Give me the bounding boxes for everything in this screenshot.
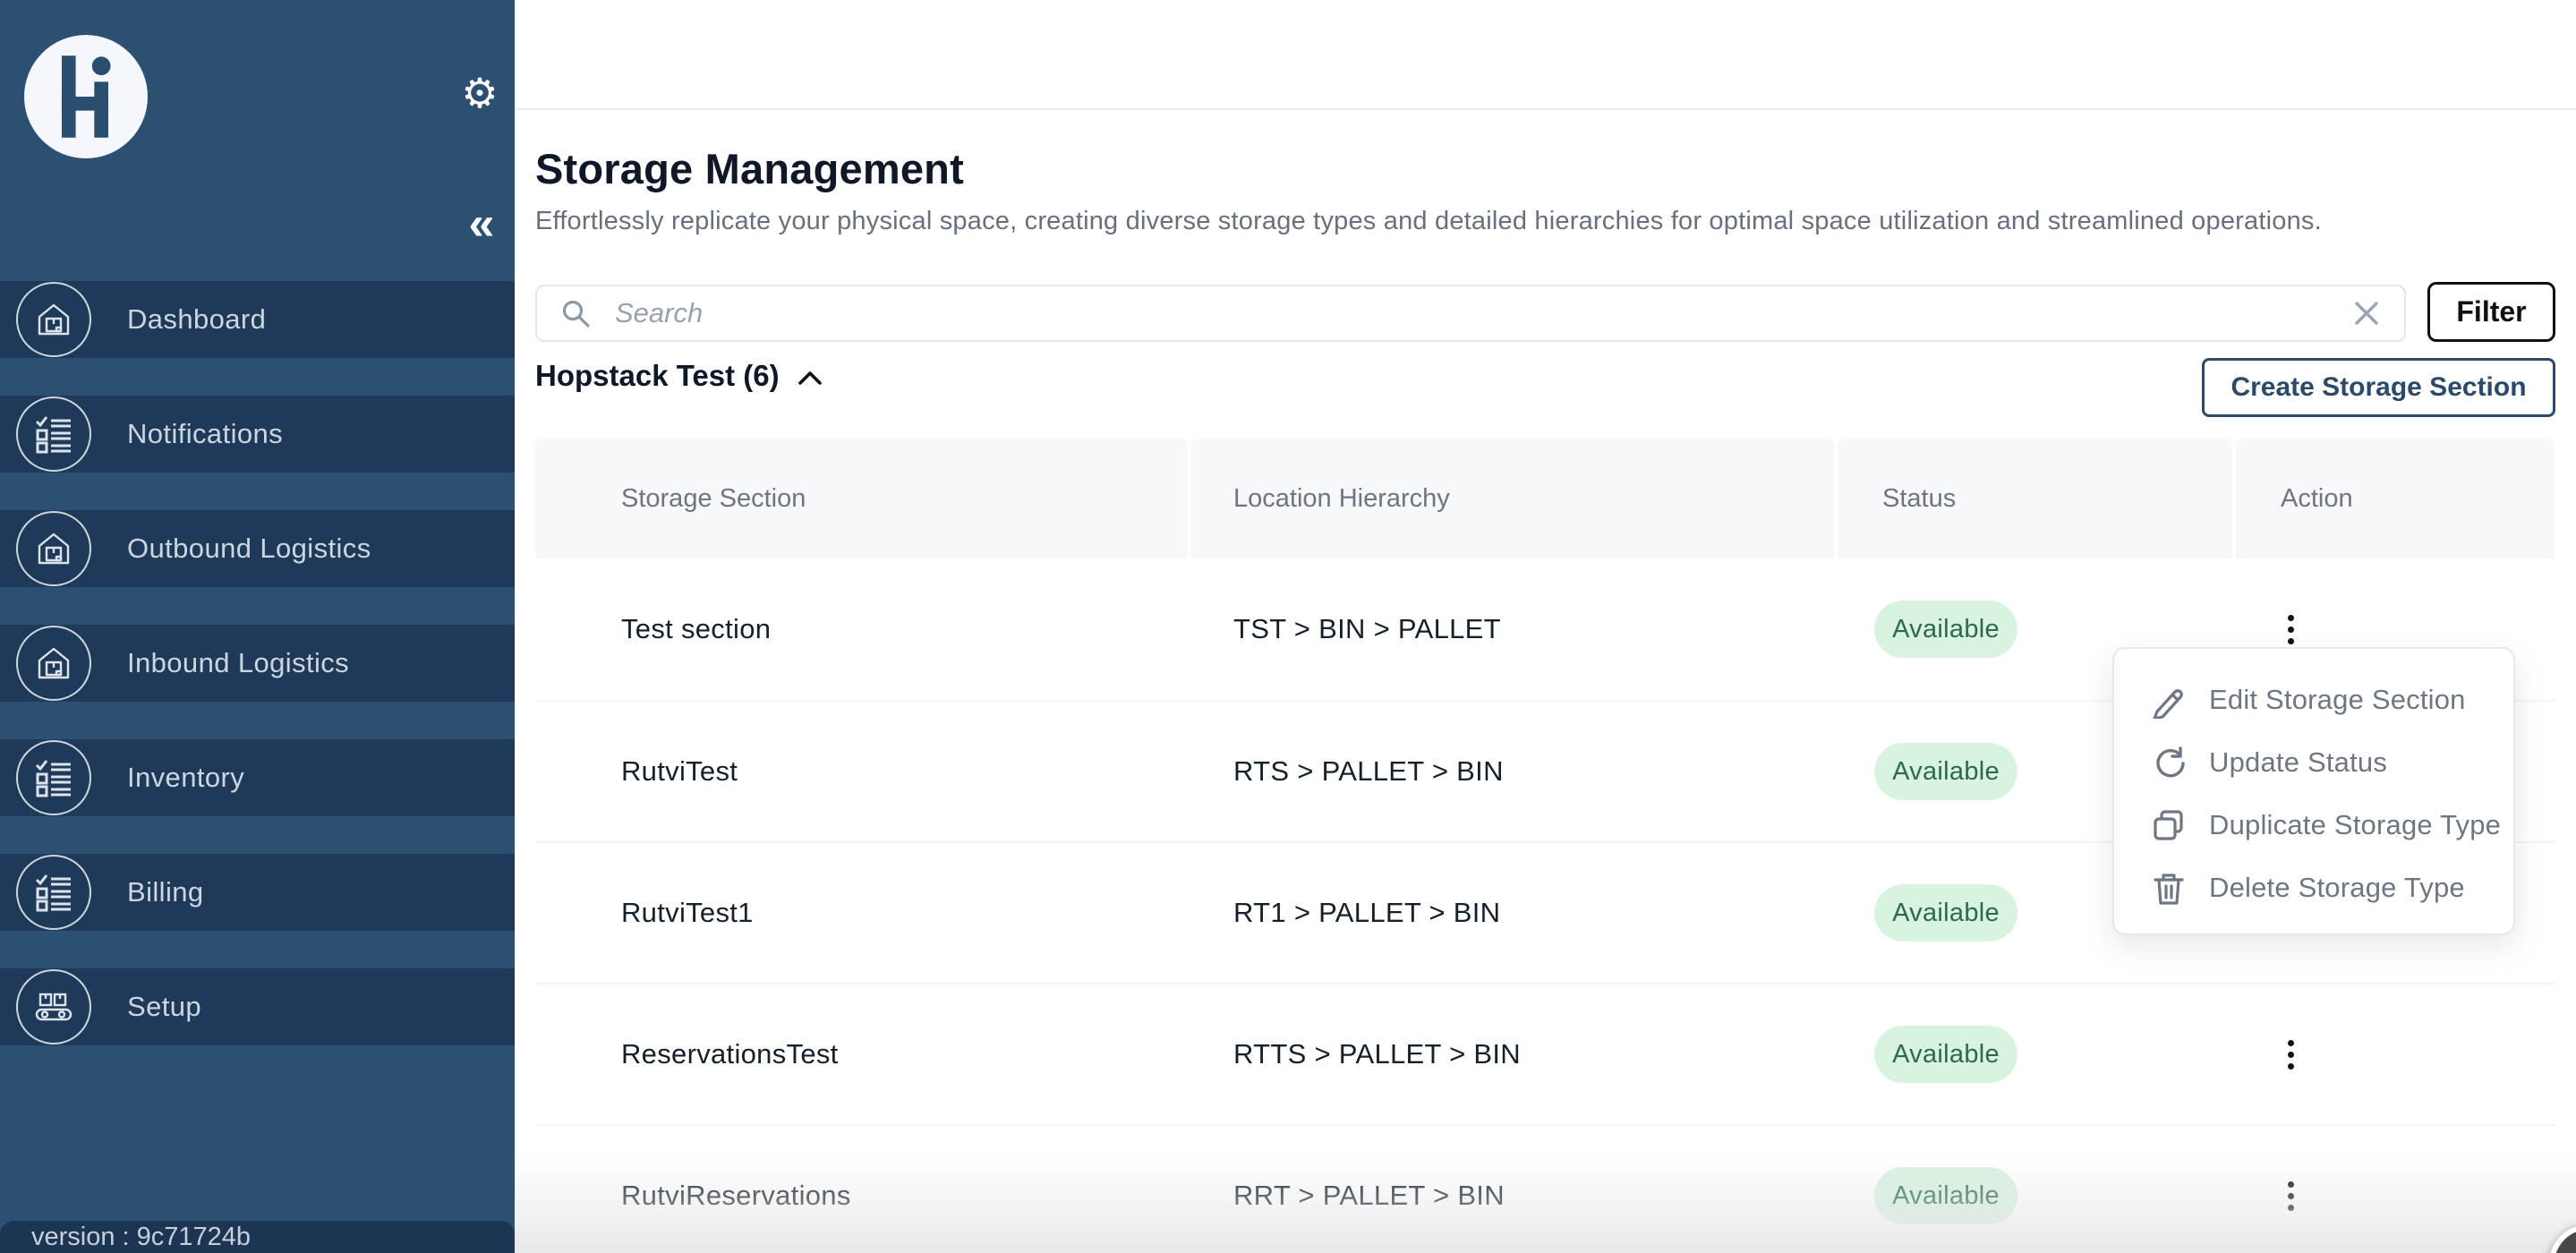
sidebar-item-billing[interactable]: Billing [0,854,515,931]
column-header-action: Action [2236,439,2555,558]
topbar: 297 Rutvi ADMIN [515,0,2576,110]
sidebar-item-outbound-logistics[interactable]: Outbound Logistics [0,510,515,587]
status-badge: Available [1874,1167,2017,1224]
conveyor-icon [16,969,91,1044]
menu-item-edit-storage-section[interactable]: Edit Storage Section [2114,669,2513,731]
collapse-sidebar-icon[interactable]: « [458,200,505,251]
location-hierarchy: RTTS > PALLET > BIN [1191,984,1838,1124]
pencil-icon [2150,681,2188,719]
group-title: Hopstack Test (6) [535,359,780,393]
sidebar-item-notifications[interactable]: Notifications [0,396,515,473]
trash-icon [2150,869,2188,907]
storage-section-name: RutviReservations [535,1126,1191,1253]
version-text: version : 9c71724b [31,1223,251,1252]
status-badge: Available [1874,601,2017,658]
location-hierarchy: RRT > PALLET > BIN [1191,1126,1838,1253]
warehouse-icon [16,626,91,701]
copy-icon [2150,806,2188,844]
column-header-location-hierarchy: Location Hierarchy [1191,439,1834,558]
warehouse-group-header[interactable]: Hopstack Test (6) [535,359,824,393]
storage-section-name: RutviTest1 [535,843,1191,983]
sidebar-item-dashboard[interactable]: Dashboard [0,281,515,358]
create-storage-section-button[interactable]: Create Storage Section [2202,358,2555,417]
menu-item-label: Duplicate Storage Type [2209,809,2501,841]
status-badge: Available [1874,743,2017,800]
location-hierarchy: RTS > PALLET > BIN [1191,702,1838,841]
table-header: Storage Section Location Hierarchy Statu… [535,439,2555,558]
sidebar-item-label: Dashboard [127,303,266,336]
menu-item-label: Delete Storage Type [2209,872,2465,904]
sidebar-item-label: Setup [127,991,201,1023]
sidebar-item-label: Billing [127,876,204,908]
menu-item-label: Edit Storage Section [2209,684,2466,716]
search-box [535,285,2406,342]
row-actions-context-menu: Edit Storage Section Update Status Dupli… [2112,647,2515,935]
menu-item-delete-storage-type[interactable]: Delete Storage Type [2114,857,2513,919]
storage-section-name: RutviTest [535,702,1191,841]
refresh-icon [2150,744,2188,781]
table-row: ReservationsTest RTTS > PALLET > BIN Ava… [535,983,2555,1124]
page-title: Storage Management [535,144,964,193]
page-subtitle: Effortlessly replicate your physical spa… [535,207,2322,236]
sidebar-item-label: Inbound Logistics [127,647,349,679]
checklist-icon [16,855,91,930]
column-header-storage-section: Storage Section [535,439,1188,558]
filter-button[interactable]: Filter [2427,282,2555,342]
menu-item-update-status[interactable]: Update Status [2114,731,2513,794]
menu-item-label: Update Status [2209,746,2387,779]
row-actions-kebab-icon[interactable] [2279,606,2303,653]
location-hierarchy: RT1 > PALLET > BIN [1191,843,1838,983]
sidebar-item-label: Inventory [127,762,244,794]
checklist-icon [16,396,91,472]
sidebar: ⚙ « Dashboard [0,0,515,1253]
sidebar-item-setup[interactable]: Setup [0,968,515,1045]
warehouse-icon [16,282,91,357]
storage-section-name: ReservationsTest [535,984,1191,1124]
storage-section-name: Test section [535,558,1191,700]
status-badge: Available [1874,884,2017,942]
sidebar-item-inventory[interactable]: Inventory [0,739,515,816]
search-input[interactable] [615,297,2352,329]
hopstack-logo[interactable] [24,35,148,158]
chevron-up-icon[interactable] [796,369,824,387]
hopstack-logo-glyph [54,50,118,143]
row-actions-kebab-icon[interactable] [2279,1031,2303,1078]
sidebar-item-label: Outbound Logistics [127,533,371,565]
menu-item-duplicate-storage-type[interactable]: Duplicate Storage Type [2114,794,2513,857]
warehouse-icon [16,511,91,586]
status-badge: Available [1874,1026,2017,1083]
location-hierarchy: TST > BIN > PALLET [1191,558,1838,700]
sidebar-item-label: Notifications [127,418,283,450]
checklist-icon [16,740,91,815]
storage-management-app: ⚙ « Dashboard [0,0,2576,1253]
gear-icon[interactable]: ⚙ [458,72,501,115]
clear-search-icon[interactable] [2352,299,2381,328]
sidebar-item-inbound-logistics[interactable]: Inbound Logistics [0,625,515,702]
row-actions-kebab-icon[interactable] [2279,1172,2303,1220]
main-content: Storage Management Effortlessly replicat… [515,110,2576,1253]
search-icon [559,297,592,329]
table-row: RutviReservations RRT > PALLET > BIN Ava… [535,1124,2555,1253]
version-bar: version : 9c71724b [0,1221,515,1253]
column-header-status: Status [1838,439,2232,558]
